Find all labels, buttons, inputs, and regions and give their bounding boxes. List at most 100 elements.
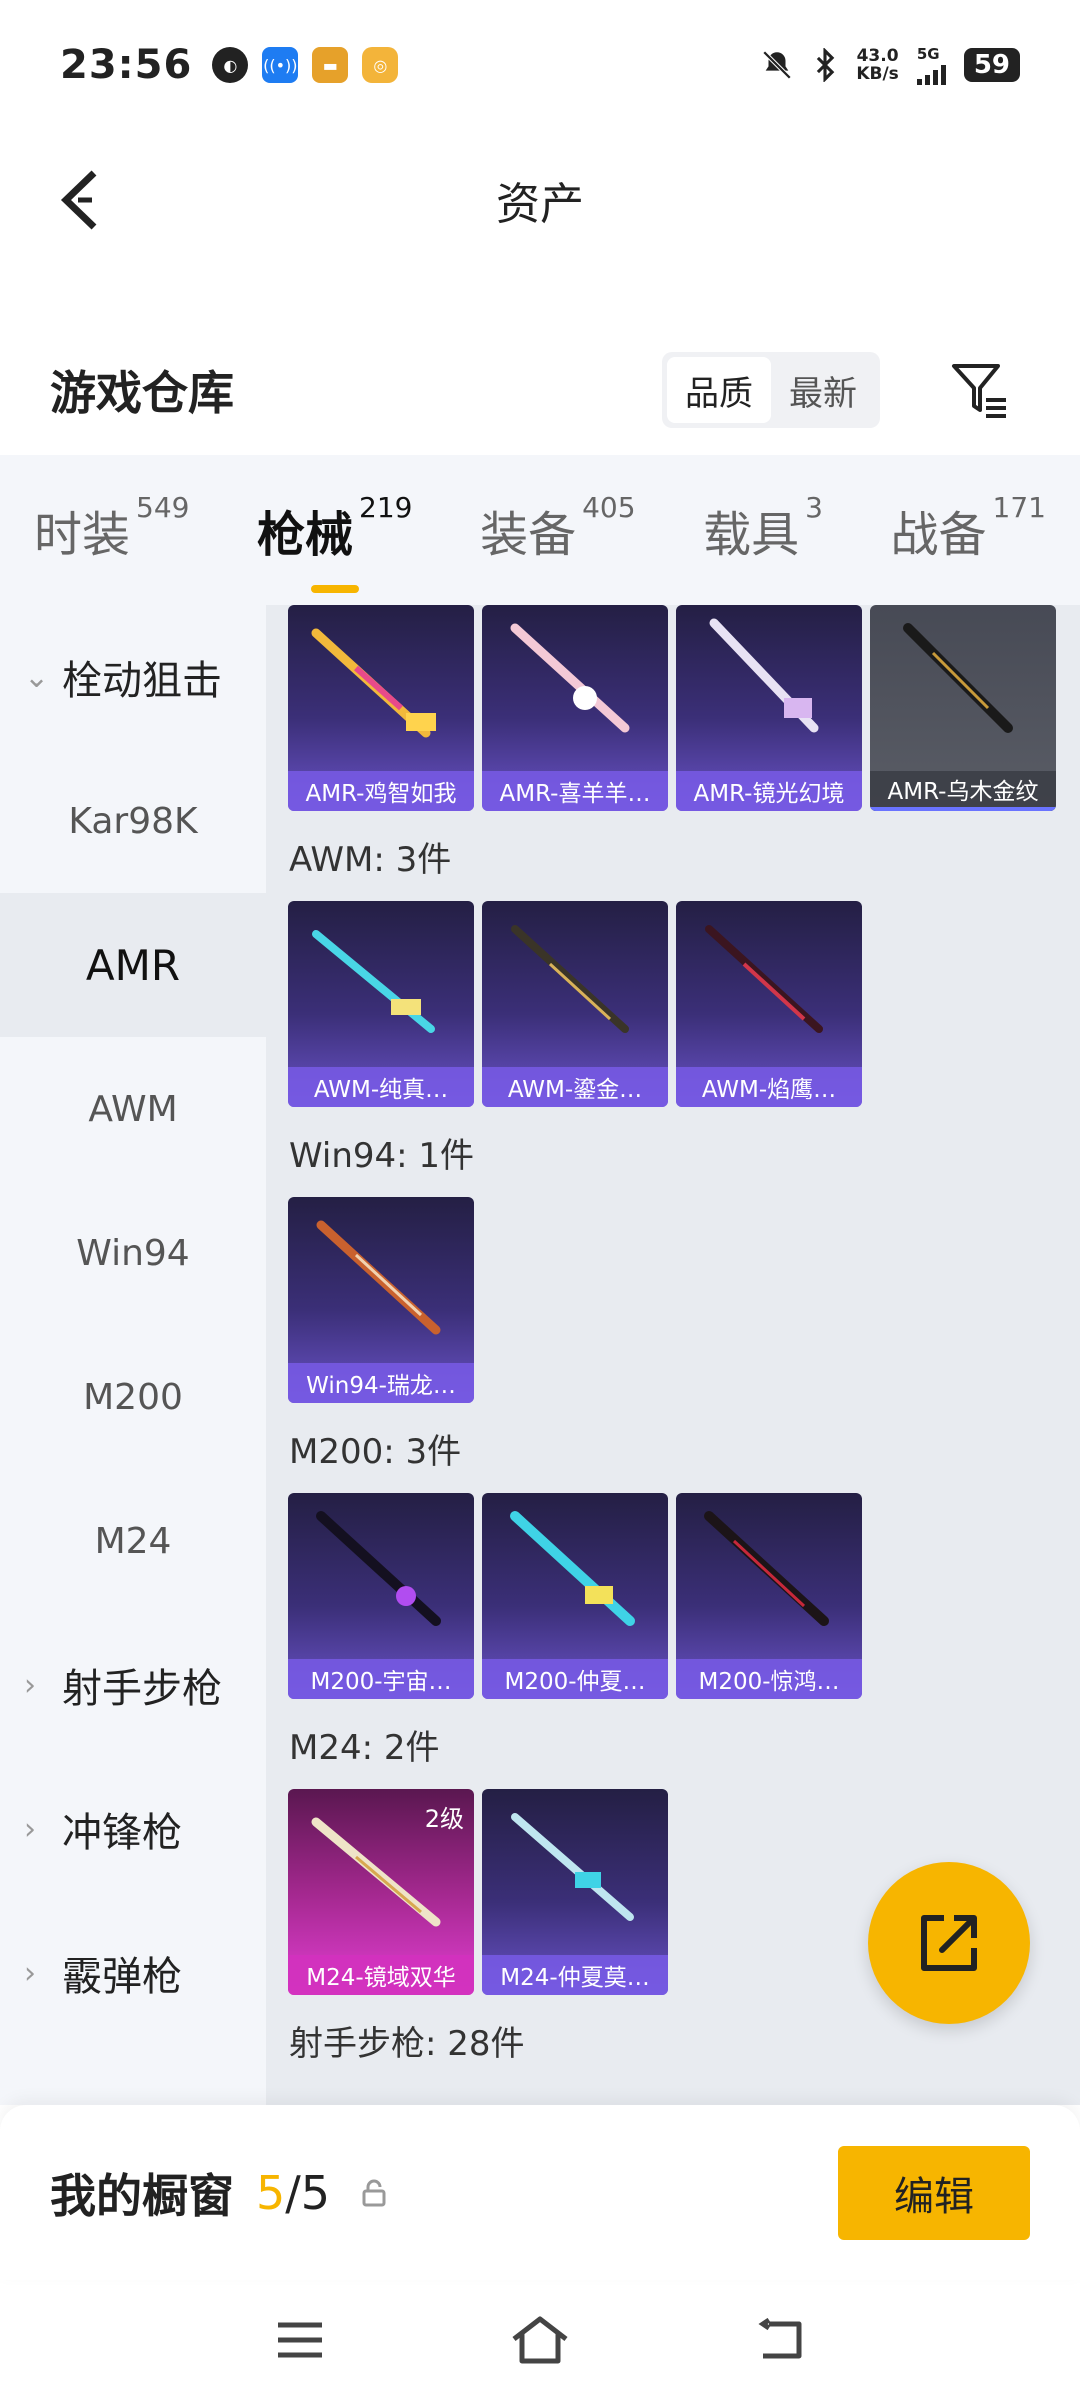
chevron-right-icon: › <box>24 1955 36 1991</box>
level-badge: 2级 <box>424 1805 464 1833</box>
sidebar-item-awm[interactable]: AWM <box>0 1037 266 1181</box>
rifle-icon <box>709 618 819 733</box>
section-label-win94: Win94: 1件 <box>289 1135 475 1176</box>
sidebar-group-smg[interactable]: › 冲锋枪 <box>0 1757 266 1901</box>
tile-label: AWM-纯真… <box>288 1067 474 1107</box>
menu-icon <box>278 2322 322 2358</box>
page-header: 资产 <box>0 130 1080 270</box>
tab-fashion[interactable]: 时装 549 <box>34 491 189 565</box>
showcase-current: 5 <box>256 2165 286 2220</box>
tab-label: 战备 <box>890 507 987 563</box>
sidebar-item-label: Win94 <box>76 1232 190 1274</box>
active-tab-indicator <box>310 585 359 593</box>
edit-button[interactable]: 编辑 <box>838 2145 1030 2240</box>
weapon-tile[interactable]: 2级 M24-镜域双华 <box>288 1789 474 1995</box>
warehouse-title: 游戏仓库 <box>50 366 234 420</box>
tab-label: 装备 <box>480 507 577 563</box>
awm-row: AWM-纯真… AWM-鎏金… AWM-焰鹰… <box>266 901 1080 1107</box>
tab-equipment[interactable]: 装备 405 <box>480 491 635 565</box>
weapon-tile[interactable]: M200-仲夏… <box>482 1493 668 1699</box>
rifle-icon <box>311 628 436 738</box>
sidebar-item-label: M24 <box>94 1520 172 1562</box>
sort-newest-button[interactable]: 最新 <box>771 357 875 423</box>
app-notification-icon: ▬ <box>312 47 349 83</box>
share-icon <box>921 1915 977 1971</box>
weapon-tile[interactable]: AMR-镜光幻境 <box>676 605 862 811</box>
tab-supplies[interactable]: 战备 171 <box>890 491 1046 565</box>
back-nav-button[interactable] <box>740 2300 820 2380</box>
bluetooth-icon <box>817 48 835 82</box>
sidebar-item-label: M200 <box>83 1376 183 1418</box>
tile-label: M24-镜域双华 <box>288 1955 474 1995</box>
mute-bell-icon <box>763 50 792 80</box>
rifle-icon <box>316 1511 441 1626</box>
category-tabs: 时装 549 枪械 219 装备 405 载具 3 战备 171 <box>0 455 1080 605</box>
weapon-tile[interactable]: AWM-鎏金… <box>482 901 668 1107</box>
win94-row: Win94-瑞龙… <box>266 1197 1080 1403</box>
weapon-tile[interactable]: M200-宇宙… <box>288 1493 474 1699</box>
status-bar: 23:56 ◐ ((•)) ▬ ◎ 43.0 KB/s 5G 59 <box>0 0 1080 130</box>
battery-indicator: 59 <box>963 48 1020 82</box>
amr-row: AMR-鸡智如我 AMR-喜羊羊… AMR-镜光幻境 AMR-乌木金纹 <box>266 605 1080 811</box>
sort-quality-button[interactable]: 品质 <box>667 357 771 423</box>
showcase-panel: 我的橱窗 5/5 编辑 <box>0 2105 1080 2280</box>
filter-button[interactable] <box>940 350 1020 430</box>
tile-label: AWM-鎏金… <box>482 1067 668 1107</box>
system-nav-bar <box>0 2280 1080 2400</box>
weapon-tile[interactable]: M200-惊鸿… <box>676 1493 862 1699</box>
section-label-awm: AWM: 3件 <box>289 839 452 880</box>
rifle-icon <box>510 623 630 733</box>
tab-vehicles[interactable]: 载具 3 <box>703 491 823 565</box>
sidebar-item-label: Kar98K <box>68 800 198 842</box>
warehouse-row: 游戏仓库 品质 最新 <box>0 330 1080 450</box>
home-icon <box>512 2316 568 2364</box>
signal-indicator: 5G <box>916 45 946 85</box>
tile-label: Win94-瑞龙… <box>288 1363 474 1403</box>
weapon-tile[interactable]: AWM-纯真… <box>288 901 474 1107</box>
rifle-icon <box>705 925 823 1033</box>
home-button[interactable] <box>500 2300 580 2380</box>
weapon-tile[interactable]: Win94-瑞龙… <box>288 1197 474 1403</box>
tile-label: AMR-鸡智如我 <box>288 771 474 811</box>
tab-weapons[interactable]: 枪械 219 <box>257 491 413 593</box>
net-speed: 43.0 KB/s <box>856 47 898 83</box>
page-title: 资产 <box>496 179 584 230</box>
section-label-m24: M24: 2件 <box>289 1727 440 1768</box>
tab-count: 219 <box>359 491 413 524</box>
weapon-tile[interactable]: AMR-乌木金纹 <box>870 605 1056 811</box>
m200-row: M200-宇宙… M200-仲夏… M200-惊鸿… <box>266 1493 1080 1699</box>
chevron-right-icon: › <box>24 1811 36 1847</box>
sort-toggle: 品质 最新 <box>662 352 880 428</box>
weapon-tile[interactable]: AMR-喜羊羊… <box>482 605 668 811</box>
sidebar-group-shotgun[interactable]: › 霰弹枪 <box>0 1901 266 2045</box>
sidebar-group-marksman[interactable]: › 射手步枪 <box>0 1613 266 1757</box>
back-arrow-icon <box>60 170 97 230</box>
status-app-icons: ◐ ((•)) ▬ ◎ <box>212 47 399 83</box>
rifle-icon <box>316 1220 441 1335</box>
app-notification-icon: ◎ <box>362 47 399 83</box>
sidebar-item-m24[interactable]: M24 <box>0 1469 266 1613</box>
tab-count: 171 <box>992 491 1046 524</box>
share-button[interactable] <box>868 1862 1030 2024</box>
tile-label: M200-仲夏… <box>482 1659 668 1699</box>
network-type: 5G <box>916 45 940 63</box>
rifle-icon <box>903 623 1013 733</box>
net-speed-unit: KB/s <box>856 64 899 84</box>
sidebar-item-win94[interactable]: Win94 <box>0 1181 266 1325</box>
weapon-tile[interactable]: AWM-焰鹰… <box>676 901 862 1107</box>
back-button[interactable] <box>40 160 120 240</box>
weapon-tile[interactable]: M24-仲夏莫… <box>482 1789 668 1995</box>
sidebar-item-amr[interactable]: AMR <box>0 893 266 1037</box>
filter-icon <box>952 364 1006 418</box>
showcase-count: 5/5 <box>256 2166 330 2220</box>
sidebar-item-kar98k[interactable]: Kar98K <box>0 749 266 893</box>
chevron-down-icon: ⌄ <box>24 659 50 695</box>
weapon-tile[interactable]: AMR-鸡智如我 <box>288 605 474 811</box>
menu-button[interactable] <box>260 2300 340 2380</box>
sidebar-item-m200[interactable]: M200 <box>0 1325 266 1469</box>
tab-count: 549 <box>136 491 190 524</box>
tile-label: M200-宇宙… <box>288 1659 474 1699</box>
chevron-right-icon: › <box>24 1667 36 1703</box>
sidebar-group-bolt-action[interactable]: ⌄ 栓动狙击 <box>0 605 266 749</box>
tile-label: AMR-乌木金纹 <box>870 771 1056 811</box>
